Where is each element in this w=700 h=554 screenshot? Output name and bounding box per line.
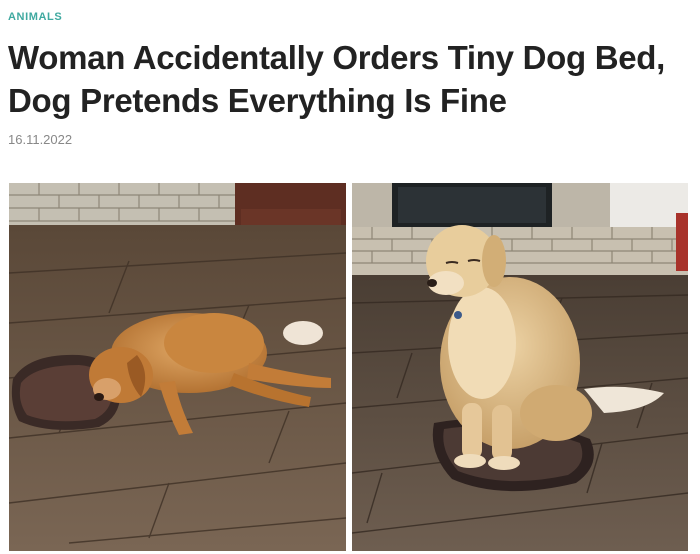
article-title: Woman Accidentally Orders Tiny Dog Bed, … — [8, 39, 666, 119]
dog-lying-illustration — [9, 183, 346, 551]
publish-date: 16.11.2022 — [8, 132, 73, 147]
dog-lying-beside-tiny-bed-photo — [9, 183, 346, 551]
dog-sitting-illustration — [352, 183, 688, 551]
category-label[interactable]: ANIMALS — [8, 11, 62, 23]
dog-sitting-on-tiny-bed-photo — [352, 183, 688, 551]
